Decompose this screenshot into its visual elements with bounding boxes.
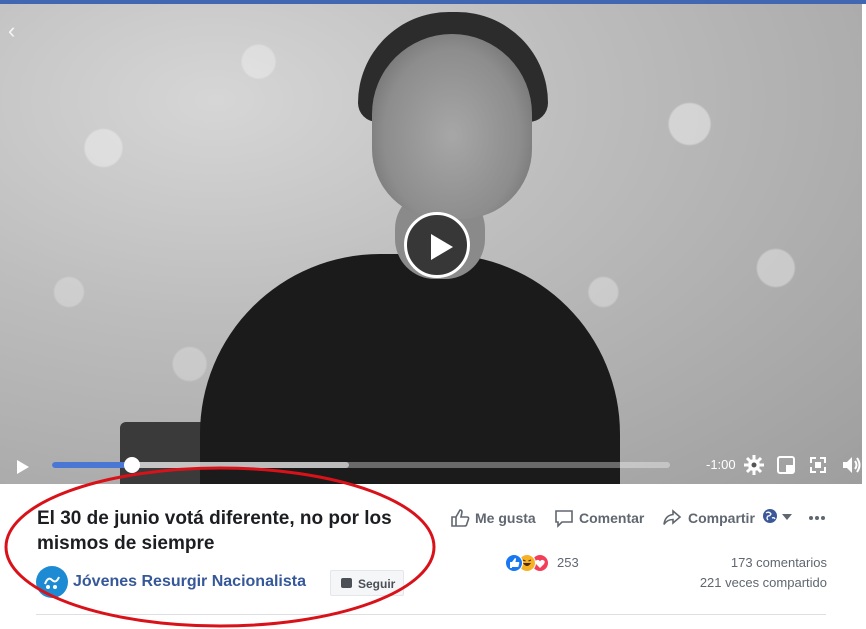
- progress-played: [52, 462, 133, 468]
- progress-scrubber[interactable]: [124, 457, 141, 473]
- share-icon: [663, 509, 682, 525]
- progress-bar[interactable]: [52, 457, 670, 473]
- post-info-panel: El 30 de junio votá diferente, no por lo…: [0, 484, 866, 628]
- comment-label: Comentar: [579, 510, 645, 526]
- follow-label: Seguir: [358, 577, 396, 591]
- play-small-icon[interactable]: [16, 459, 30, 475]
- follow-button[interactable]: Seguir: [330, 570, 404, 596]
- play-button[interactable]: [404, 212, 470, 278]
- play-icon: [431, 234, 453, 260]
- like-label: Me gusta: [475, 510, 536, 526]
- thumbs-up-icon: [451, 509, 470, 527]
- reactions-count: 253: [557, 555, 579, 570]
- share-label: Compartir: [688, 510, 755, 526]
- more-icon: [809, 516, 825, 520]
- comment-icon: [555, 510, 573, 528]
- comments-count-link[interactable]: 173 comentarios: [731, 555, 827, 570]
- back-arrow-icon[interactable]: ‹: [8, 18, 15, 44]
- like-reaction-icon: [505, 554, 523, 572]
- video-controls: -1:00: [0, 448, 862, 484]
- globe-icon: [763, 509, 777, 523]
- chevron-down-icon: [782, 514, 792, 520]
- page-name-link[interactable]: Jóvenes Resurgir Nacionalista: [73, 573, 306, 591]
- video-player[interactable]: ‹ -1:00: [0, 4, 862, 484]
- post-title: El 30 de junio votá diferente, no por lo…: [37, 508, 392, 554]
- picture-in-picture-icon[interactable]: [777, 456, 795, 474]
- fullscreen-icon[interactable]: [810, 457, 826, 473]
- time-remaining: -1:00: [706, 457, 736, 472]
- volume-icon[interactable]: [842, 455, 862, 475]
- follow-icon: [341, 578, 352, 588]
- page-avatar[interactable]: [36, 566, 68, 598]
- shares-count-link[interactable]: 221 veces compartido: [700, 575, 827, 590]
- gear-icon[interactable]: [744, 455, 764, 475]
- divider: [36, 614, 826, 615]
- video-frame-person-head: [372, 34, 532, 219]
- page-logo-icon: [44, 576, 60, 589]
